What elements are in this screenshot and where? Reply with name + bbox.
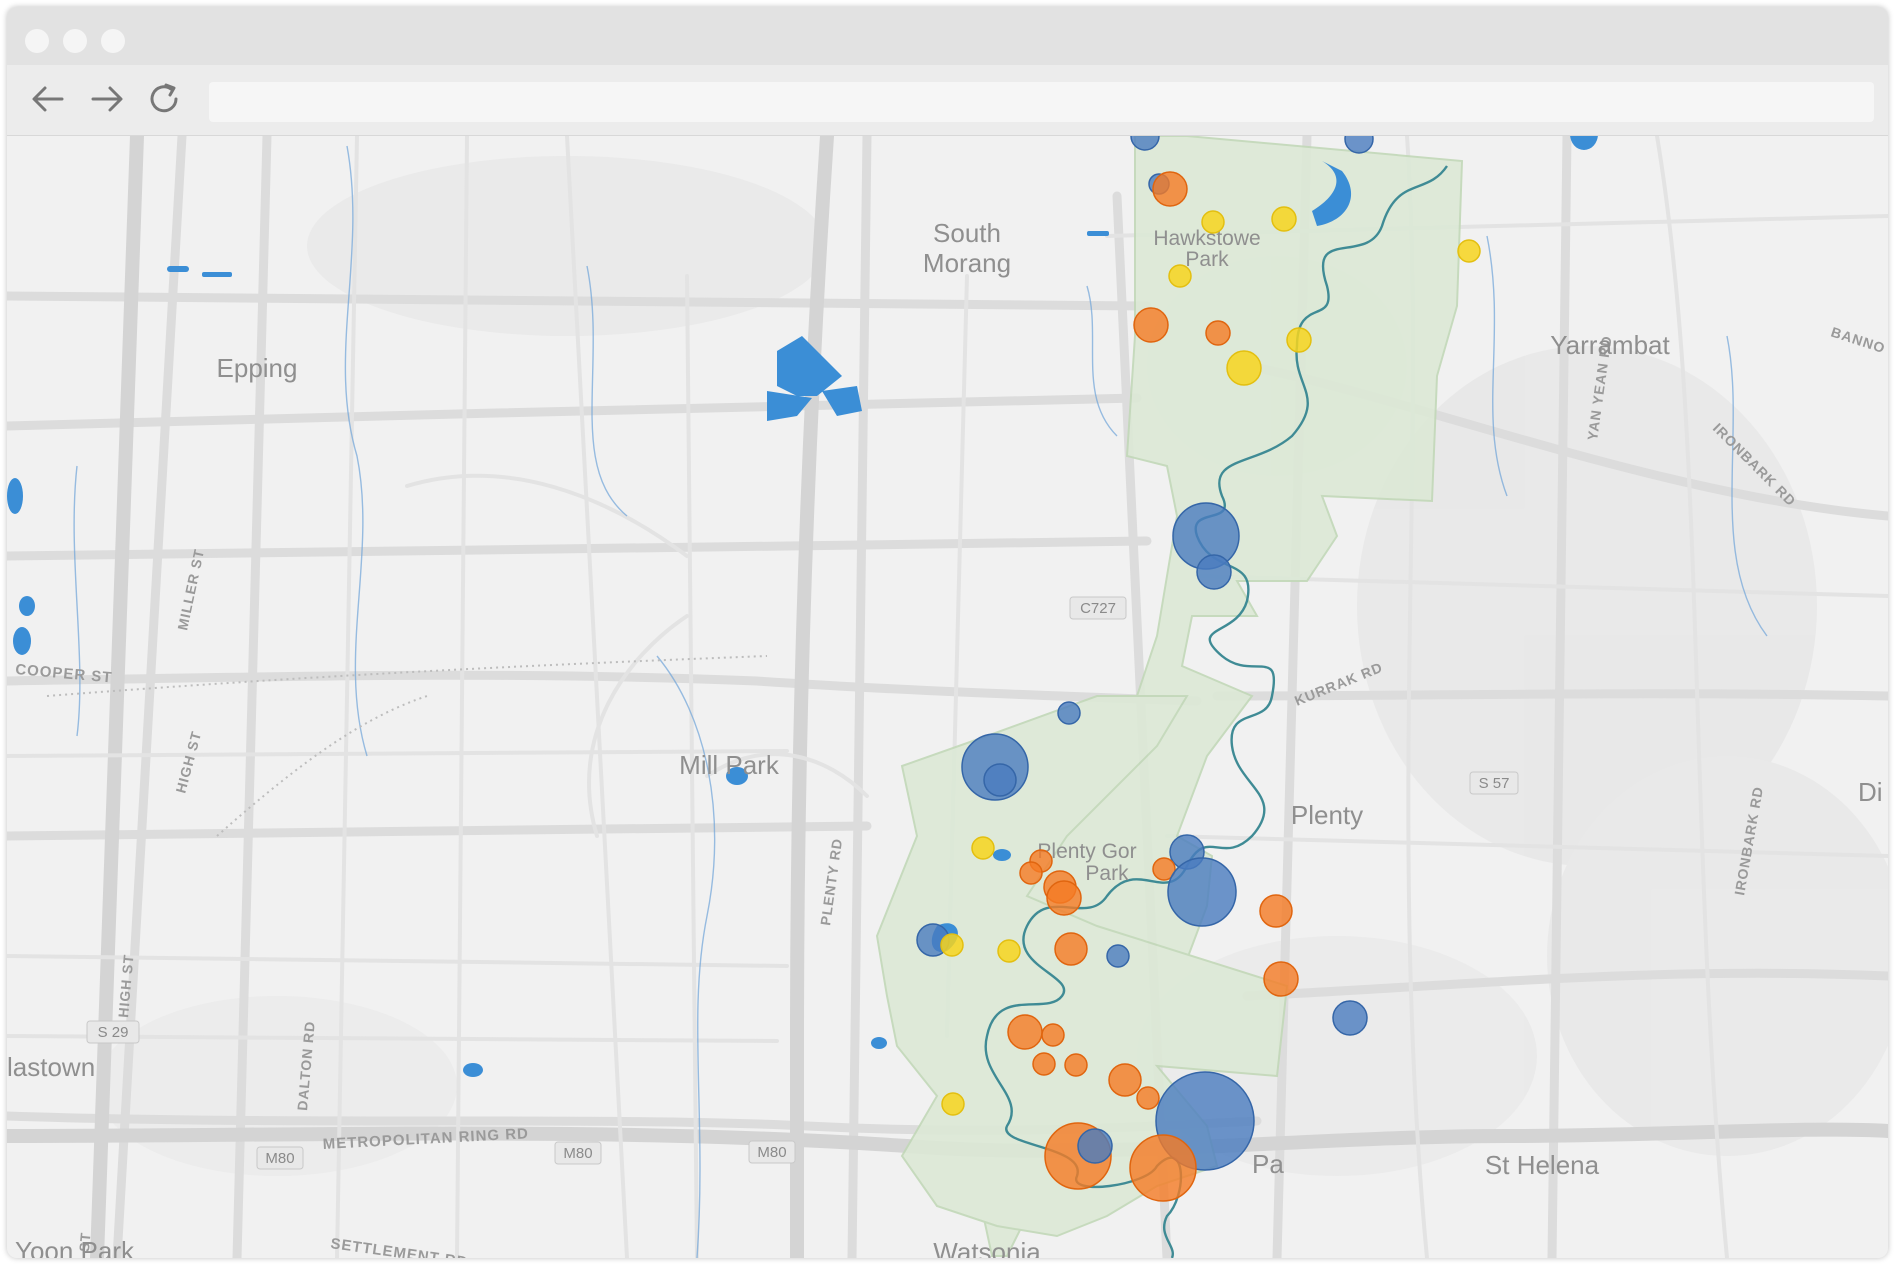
shield-m80-2: M80 [563, 1145, 592, 1162]
place-plenty: Plenty [1291, 800, 1363, 830]
map-marker-blue[interactable] [1057, 701, 1081, 725]
map-marker-orange[interactable] [1136, 1086, 1160, 1110]
map-marker-blue[interactable] [1106, 944, 1130, 968]
browser-window: COOPER ST MILLER ST HIGH ST HIGH ST HIGH… [7, 7, 1888, 1258]
map-marker-orange[interactable] [1064, 1053, 1088, 1077]
map-marker-orange[interactable] [1129, 1134, 1197, 1202]
forward-arrow-icon [91, 86, 123, 112]
title-bar [7, 7, 1888, 65]
road-label-miller-st: MILLER ST [174, 547, 207, 631]
reload-button[interactable] [143, 79, 187, 119]
maximize-window-button[interactable] [101, 29, 125, 53]
map-marker-blue[interactable] [983, 763, 1017, 797]
map-marker-orange[interactable] [1205, 320, 1231, 346]
shield-c727: C727 [1080, 600, 1116, 617]
map-marker-orange[interactable] [1133, 307, 1169, 343]
map-view[interactable]: COOPER ST MILLER ST HIGH ST HIGH ST HIGH… [7, 136, 1888, 1258]
map-marker-orange[interactable] [1041, 1023, 1065, 1047]
shield-s29: S 29 [98, 1024, 129, 1041]
place-epping: Epping [217, 353, 298, 383]
map-marker-orange[interactable] [1108, 1063, 1142, 1097]
map-marker-orange[interactable] [1054, 932, 1088, 966]
rail-line [46, 655, 768, 837]
map-marker-yellow[interactable] [1201, 210, 1225, 234]
map-marker-yellow[interactable] [997, 939, 1021, 963]
map-marker-orange[interactable] [1019, 861, 1043, 885]
place-south-morang-1: South [933, 218, 1001, 248]
forward-button[interactable] [85, 79, 129, 119]
reload-icon [150, 83, 178, 113]
place-bundoora: Pa [1252, 1149, 1284, 1179]
map-marker-blue[interactable] [1332, 1000, 1368, 1036]
close-window-button[interactable] [25, 29, 49, 53]
map-canvas[interactable]: COOPER ST MILLER ST HIGH ST HIGH ST HIGH… [7, 136, 1888, 1258]
address-bar[interactable] [209, 82, 1874, 122]
place-hawkstowe-2: Park [1185, 248, 1229, 271]
back-arrow-icon [32, 86, 64, 112]
road-label-bannons: BANNO [1829, 324, 1888, 357]
map-marker-yellow[interactable] [1271, 206, 1297, 232]
place-watsonia: Watsonia [933, 1237, 1041, 1258]
browser-toolbar [7, 65, 1888, 136]
map-marker-blue[interactable] [1196, 554, 1232, 590]
map-marker-yellow[interactable] [1457, 239, 1481, 263]
map-marker-orange[interactable] [1259, 894, 1293, 928]
shield-s57: S 57 [1479, 775, 1510, 792]
map-marker-blue[interactable] [1167, 857, 1237, 927]
road-label-settlement-rd: SETTLEMENT RD [329, 1235, 469, 1258]
map-marker-yellow[interactable] [971, 836, 995, 860]
place-plenty-gorge-2: Park [1085, 862, 1129, 885]
place-st-helena: St Helena [1485, 1150, 1600, 1180]
place-lalor: lastown [7, 1052, 95, 1082]
map-marker-yellow[interactable] [1286, 327, 1312, 353]
map-marker-orange[interactable] [1046, 880, 1082, 916]
map-marker-orange[interactable] [1032, 1052, 1056, 1076]
map-marker-orange[interactable] [1007, 1014, 1043, 1050]
map-marker-blue[interactable] [1077, 1128, 1113, 1164]
place-di: Di [1858, 777, 1883, 807]
shield-m80-3: M80 [757, 1144, 786, 1161]
map-marker-yellow[interactable] [1226, 350, 1262, 386]
place-yarrambat: Yarrambat [1550, 330, 1670, 360]
place-mill-park: Mill Park [679, 750, 780, 780]
map-marker-yellow[interactable] [941, 1092, 965, 1116]
road-label-plenty-rd: PLENTY RD [817, 837, 845, 926]
place-south-morang-2: Morang [923, 248, 1011, 278]
map-marker-yellow[interactable] [940, 933, 964, 957]
map-marker-yellow[interactable] [1168, 264, 1192, 288]
map-marker-orange[interactable] [1152, 171, 1188, 207]
minimize-window-button[interactable] [63, 29, 87, 53]
road-label-high-st-1: HIGH ST [172, 729, 204, 795]
back-button[interactable] [26, 79, 70, 119]
place-kingsbury: Yoon Park [15, 1236, 135, 1258]
shield-m80-1: M80 [265, 1150, 294, 1167]
map-marker-orange[interactable] [1263, 961, 1299, 997]
